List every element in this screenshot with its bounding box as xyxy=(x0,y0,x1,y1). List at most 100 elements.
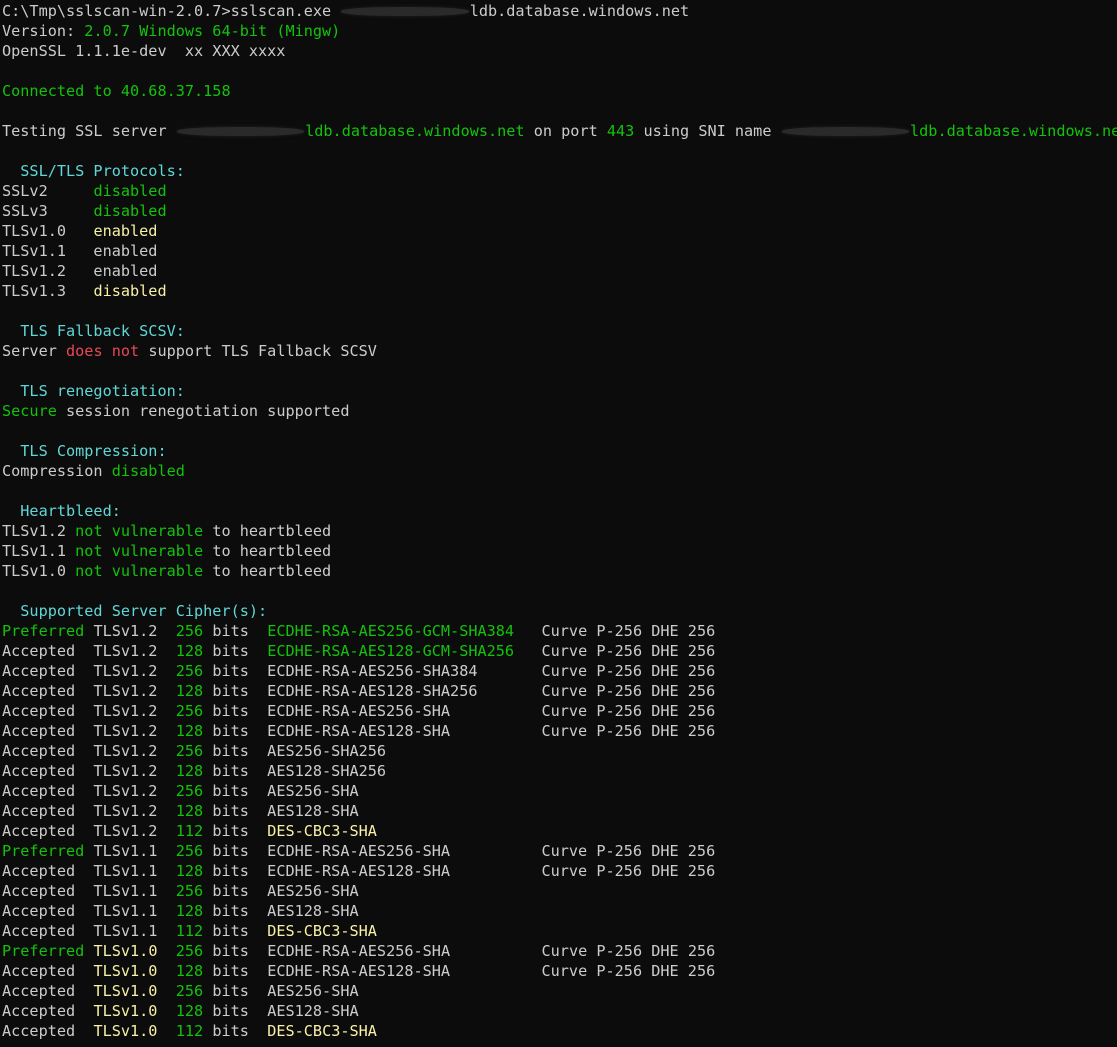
terminal-line: TLS Fallback SCSV: xyxy=(2,321,1117,341)
terminal-text: bits ECDHE-RSA-AES128-SHA256 Curve P-256… xyxy=(203,682,716,700)
terminal-text: bits AES256-SHA xyxy=(203,982,359,1000)
terminal-line: Compression disabled xyxy=(2,461,1117,481)
terminal-text: disabled xyxy=(111,462,185,480)
terminal-text: Supported Server Cipher(s): xyxy=(2,602,268,620)
terminal-text: DES-CBC3-SHA xyxy=(267,822,377,840)
terminal-text: Accepted xyxy=(2,962,94,980)
terminal-text: bits AES256-SHA xyxy=(203,782,359,800)
terminal-text: TLSv1.0 xyxy=(93,962,158,980)
terminal-text: 2.0.7 Windows 64-bit (Mingw) xyxy=(84,22,341,40)
terminal-line: Accepted TLSv1.2 256 bits ECDHE-RSA-AES2… xyxy=(2,661,1117,681)
terminal-text: bits xyxy=(203,922,268,940)
terminal-text: 256 xyxy=(175,662,204,680)
terminal-line: Accepted TLSv1.1 128 bits AES128-SHA xyxy=(2,901,1117,921)
terminal-line: Accepted TLSv1.2 128 bits ECDHE-RSA-AES1… xyxy=(2,721,1117,741)
terminal-text: bits ECDHE-RSA-AES128-SHA Curve P-256 DH… xyxy=(203,962,716,980)
terminal-text: SSL/TLS Protocols: xyxy=(2,162,185,180)
terminal-text: TLSv1.0 xyxy=(93,1002,158,1020)
terminal-text: 256 xyxy=(175,622,204,640)
terminal-window[interactable]: C:\Tmp\sslscan-win-2.0.7>sslscan.exe f-x… xyxy=(0,0,1117,1047)
terminal-text: bits xyxy=(203,622,268,640)
terminal-text: Preferred xyxy=(2,842,85,860)
terminal-text: TLSv1.0 xyxy=(93,942,158,960)
terminal-text: 112 xyxy=(175,1022,204,1040)
terminal-text: enabled xyxy=(93,222,158,240)
terminal-line: Accepted TLSv1.0 128 bits AES128-SHA xyxy=(2,1001,1117,1021)
terminal-line: Supported Server Cipher(s): xyxy=(2,601,1117,621)
terminal-text: to heartbleed xyxy=(203,542,332,560)
terminal-text: disabled xyxy=(93,182,167,200)
redacted-text: f-xx-dev-dx-sq xyxy=(341,7,469,16)
terminal-text: Accepted TLSv1.2 xyxy=(2,642,176,660)
terminal-line: SSLv3 disabled xyxy=(2,201,1117,221)
terminal-text: Accepted TLSv1.1 xyxy=(2,862,176,880)
terminal-text: bits xyxy=(203,1022,268,1040)
terminal-text: TLSv1.1 xyxy=(2,542,76,560)
terminal-text: TLSv1.2 xyxy=(2,522,76,540)
terminal-text: 128 xyxy=(175,902,204,920)
terminal-text: bits ECDHE-RSA-AES256-SHA Curve P-256 DH… xyxy=(203,702,716,720)
terminal-text: not vulnerable xyxy=(75,562,204,580)
terminal-text: TLSv1.0 xyxy=(93,982,158,1000)
terminal-text: Version: xyxy=(2,22,85,40)
terminal-text: 256 xyxy=(175,742,204,760)
terminal-text: Accepted TLSv1.1 xyxy=(2,902,176,920)
terminal-text: TLSv1.0 xyxy=(93,1022,158,1040)
terminal-line: Preferred TLSv1.2 256 bits ECDHE-RSA-AES… xyxy=(2,621,1117,641)
terminal-text: ECDHE-RSA-AES128-GCM-SHA256 xyxy=(267,642,533,660)
terminal-text: 128 xyxy=(175,682,204,700)
terminal-text: Accepted TLSv1.2 xyxy=(2,682,176,700)
terminal-text: disabled xyxy=(93,282,167,300)
terminal-text: Accepted xyxy=(2,982,94,1000)
terminal-text: bits xyxy=(203,822,268,840)
terminal-text: TLS renegotiation: xyxy=(2,382,185,400)
terminal-text: 443 xyxy=(606,122,635,140)
terminal-text: Accepted xyxy=(2,1022,94,1040)
terminal-text: DES-CBC3-SHA xyxy=(267,922,377,940)
terminal-text: on port xyxy=(524,122,607,140)
terminal-line: Heartbleed: xyxy=(2,501,1117,521)
terminal-text: 256 xyxy=(175,702,204,720)
terminal-text: Connected to 40.68.37.158 xyxy=(2,82,231,100)
terminal-text: bits xyxy=(203,642,268,660)
terminal-line: Accepted TLSv1.0 112 bits DES-CBC3-SHA xyxy=(2,1021,1117,1041)
terminal-text: bits ECDHE-RSA-AES256-SHA384 Curve P-256… xyxy=(203,662,716,680)
terminal-text: TLSv1.1 enabled xyxy=(2,242,158,260)
terminal-text: Curve P-256 DHE 256 xyxy=(532,622,716,640)
terminal-text: TLS Fallback SCSV: xyxy=(2,322,185,340)
terminal-text: bits AES128-SHA xyxy=(203,802,359,820)
terminal-text: Accepted TLSv1.2 xyxy=(2,822,176,840)
terminal-text: ldb.database.windows.net xyxy=(469,2,690,20)
redacted-text: f-xx-dev-dx-sq xyxy=(781,127,910,136)
terminal-text: does not xyxy=(66,342,140,360)
terminal-text: TLSv1.2 xyxy=(84,622,176,640)
terminal-text: bits ECDHE-RSA-AES128-SHA Curve P-256 DH… xyxy=(203,862,716,880)
terminal-text: Accepted TLSv1.2 xyxy=(2,662,176,680)
terminal-text: Accepted TLSv1.2 xyxy=(2,722,176,740)
terminal-line: Version: 2.0.7 Windows 64-bit (Mingw) xyxy=(2,21,1117,41)
terminal-line: Accepted TLSv1.0 256 bits AES256-SHA xyxy=(2,981,1117,1001)
terminal-text: to heartbleed xyxy=(203,562,332,580)
terminal-text: bits AES256-SHA xyxy=(203,882,359,900)
terminal-text: 112 xyxy=(175,822,204,840)
terminal-line: Accepted TLSv1.2 128 bits AES128-SHA256 xyxy=(2,761,1117,781)
terminal-text: Heartbleed: xyxy=(2,502,121,520)
terminal-text: 112 xyxy=(175,922,204,940)
terminal-text: bits ECDHE-RSA-AES128-SHA Curve P-256 DH… xyxy=(203,722,716,740)
terminal-text: 256 xyxy=(175,882,204,900)
terminal-text: OpenSSL 1.1.1e-dev xx XXX xxxx xyxy=(2,42,286,60)
terminal-line: Accepted TLSv1.2 128 bits AES128-SHA xyxy=(2,801,1117,821)
terminal-text: TLSv1.2 enabled xyxy=(2,262,158,280)
terminal-line: Accepted TLSv1.1 112 bits DES-CBC3-SHA xyxy=(2,921,1117,941)
terminal-text: 128 xyxy=(175,802,204,820)
terminal-text: TLSv1.3 xyxy=(2,282,94,300)
terminal-text: DES-CBC3-SHA xyxy=(267,1022,377,1040)
terminal-text: Accepted TLSv1.1 xyxy=(2,922,176,940)
terminal-line: SSLv2 disabled xyxy=(2,181,1117,201)
